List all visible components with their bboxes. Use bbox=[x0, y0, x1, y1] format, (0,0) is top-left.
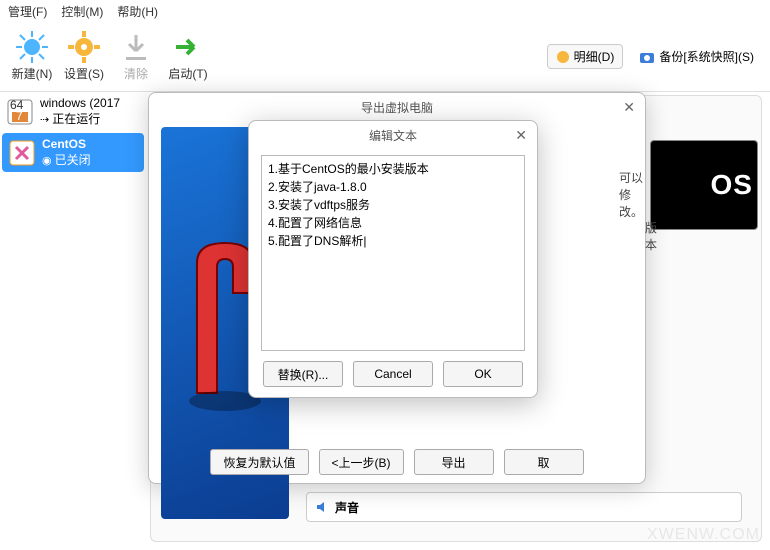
sound-label: 声音 bbox=[335, 499, 359, 516]
snapshot-label: 备份[系统快照](S) bbox=[659, 48, 754, 65]
camera-icon bbox=[639, 50, 655, 64]
arrow-down-icon bbox=[120, 31, 152, 63]
new-button[interactable]: 新建(N) bbox=[6, 27, 58, 87]
vm-item-windows[interactable]: 647 windows (2017 ⇢ 正在运行 bbox=[0, 92, 146, 131]
start-label: 启动(T) bbox=[168, 65, 207, 82]
cancel-export-button[interactable]: 取 bbox=[504, 449, 584, 475]
edit-button-row: 替换(R)... Cancel OK bbox=[249, 361, 537, 387]
sound-section[interactable]: 声音 bbox=[306, 492, 742, 522]
toolbar: 新建(N) 设置(S) 清除 启动(T) 明细(D) 备份[系统快照](S) bbox=[0, 22, 770, 92]
new-label: 新建(N) bbox=[12, 65, 53, 82]
badge-icon bbox=[556, 50, 570, 64]
export-button[interactable]: 导出 bbox=[414, 449, 494, 475]
gear-icon bbox=[68, 31, 100, 63]
ok-button[interactable]: OK bbox=[443, 361, 523, 387]
vm-name: windows (2017 bbox=[40, 96, 120, 110]
vm-preview: OS bbox=[650, 140, 758, 230]
menu-manage[interactable]: 管理(F) bbox=[8, 3, 47, 20]
menu-control[interactable]: 控制(M) bbox=[61, 3, 103, 20]
start-button[interactable]: 启动(T) bbox=[162, 27, 214, 87]
sun-icon bbox=[16, 31, 48, 63]
cancel-button[interactable]: Cancel bbox=[353, 361, 433, 387]
snapshot-button[interactable]: 备份[系统快照](S) bbox=[631, 45, 762, 68]
svg-text:7: 7 bbox=[16, 109, 23, 123]
replace-button[interactable]: 替换(R)... bbox=[263, 361, 343, 387]
vm-status: ◉ 已关闭 bbox=[42, 151, 91, 168]
close-icon[interactable]: ✕ bbox=[623, 99, 635, 116]
menubar: 管理(F) 控制(M) 帮助(H) bbox=[0, 0, 770, 22]
reset-defaults-button[interactable]: 恢复为默认值 bbox=[210, 449, 308, 475]
centos-icon bbox=[8, 139, 36, 167]
speaker-icon bbox=[315, 500, 329, 514]
edit-textarea[interactable] bbox=[261, 155, 525, 351]
detail-button[interactable]: 明细(D) bbox=[547, 44, 624, 69]
settings-button[interactable]: 设置(S) bbox=[58, 27, 110, 87]
back-button[interactable]: <上一步(B) bbox=[319, 449, 404, 475]
toolbar-right: 明细(D) 备份[系统快照](S) bbox=[547, 44, 762, 69]
vm-list: 647 windows (2017 ⇢ 正在运行 CentOS ◉ 已关闭 bbox=[0, 92, 146, 174]
settings-label: 设置(S) bbox=[64, 65, 104, 82]
hint-text-1: 可以修改。 bbox=[619, 169, 645, 220]
close-icon[interactable]: ✕ bbox=[515, 127, 527, 144]
vm-item-centos[interactable]: CentOS ◉ 已关闭 bbox=[2, 133, 144, 172]
export-dialog-title: 导出虚拟电脑 ✕ bbox=[149, 93, 645, 122]
clear-label: 清除 bbox=[124, 65, 148, 82]
edit-dialog-title: 编辑文本 ✕ bbox=[249, 121, 537, 150]
menu-help[interactable]: 帮助(H) bbox=[117, 3, 158, 20]
arrow-right-icon bbox=[172, 31, 204, 63]
detail-label: 明细(D) bbox=[574, 48, 615, 65]
vm-status: ⇢ 正在运行 bbox=[40, 110, 120, 127]
hint-text-2: 版本 bbox=[645, 219, 657, 253]
clear-button: 清除 bbox=[110, 27, 162, 87]
edit-text-dialog: 编辑文本 ✕ 替换(R)... Cancel OK bbox=[248, 120, 538, 398]
windows-icon: 647 bbox=[6, 98, 34, 126]
export-button-row: 恢复为默认值 <上一步(B) 导出 取 bbox=[149, 449, 645, 475]
vm-name: CentOS bbox=[42, 137, 91, 151]
